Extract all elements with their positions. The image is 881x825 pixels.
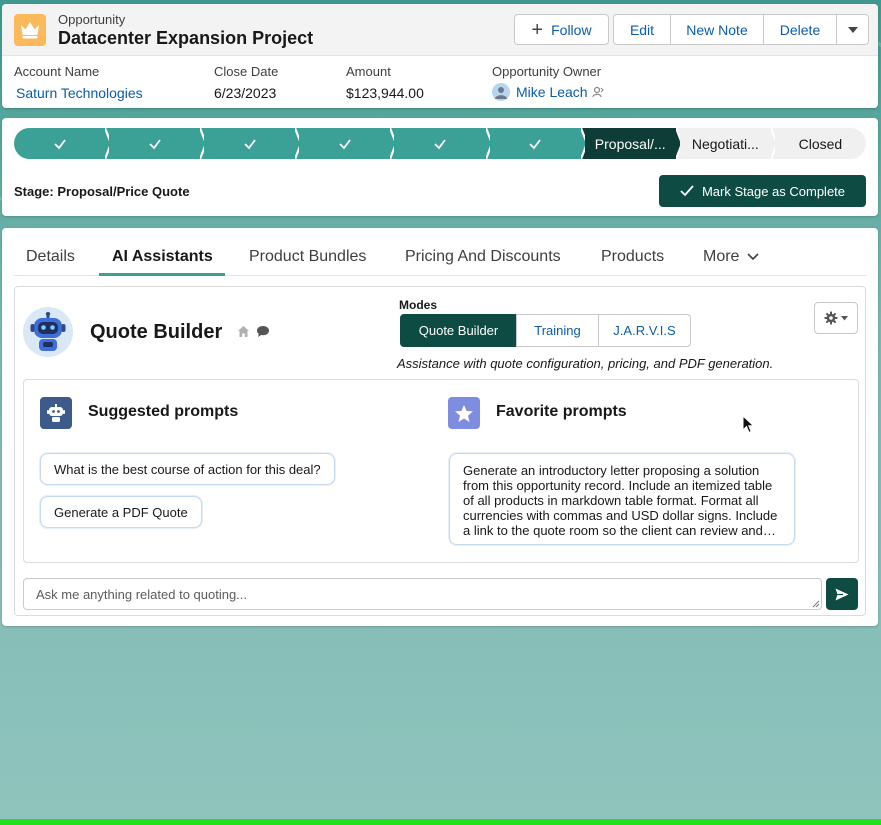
assistant-title-icons [237,325,270,338]
header-top-bar: Opportunity Datacenter Expansion Project… [2,4,878,56]
assistant-title: Quote Builder [90,321,223,343]
owner-field: Opportunity Owner Mike Leach [492,64,604,101]
follow-label: Follow [551,21,592,38]
owner-label: Opportunity Owner [492,64,602,79]
edit-button[interactable]: Edit [613,14,671,45]
chevron-down-icon [747,253,760,261]
check-icon [149,138,161,149]
prompts-section: Suggested prompts What is the best cours… [23,379,859,563]
tab-pricing-and-discounts[interactable]: Pricing And Discounts [405,248,561,266]
path-bar: Proposal/... Negotiati... Closed [14,128,866,159]
path-stage-7[interactable]: Proposal/... [584,128,676,159]
amount-value: $123,944.00 [346,85,424,101]
path-stage-4[interactable] [299,128,391,159]
tab-bar: Details AI Assistants Product Bundles Pr… [14,228,866,276]
follow-button[interactable]: + Follow [514,14,609,45]
caret-down-icon [847,26,858,33]
check-icon [529,138,541,149]
bottom-status-strip [0,819,881,825]
favorite-prompt-1[interactable]: Generate an introductory letter proposin… [449,453,795,545]
check-icon [680,185,694,197]
mode-quote-builder-button[interactable]: Quote Builder [400,314,517,347]
path-stage-8[interactable]: Negotiati... [679,128,771,159]
chat-icon[interactable] [256,325,270,338]
more-actions-button[interactable] [836,14,869,45]
robot-avatar-icon [23,307,73,357]
owner-link[interactable]: Mike Leach [516,84,588,100]
account-name-link[interactable]: Saturn Technologies [16,85,143,101]
ask-input[interactable] [23,578,822,610]
active-tab-indicator [99,273,225,276]
delete-button[interactable]: Delete [763,14,837,45]
check-icon [434,138,446,149]
record-actions: Edit New Note Delete [613,14,869,45]
record-title: Datacenter Expansion Project [58,28,314,48]
path-stage-1[interactable] [14,128,106,159]
check-icon [244,138,256,149]
path-stage-2[interactable] [109,128,201,159]
tab-more[interactable]: More [703,248,760,266]
account-name-field: Account Name Saturn Technologies [14,64,143,101]
owner-value: Mike Leach [492,83,604,101]
tab-product-bundles[interactable]: Product Bundles [249,248,366,266]
caret-down-icon [841,315,848,320]
settings-menu-button[interactable] [814,302,858,334]
suggested-prompts-title: Suggested prompts [88,403,239,420]
suggested-prompt-1[interactable]: What is the best course of action for th… [40,453,335,485]
mouse-cursor-icon [742,415,755,434]
favorite-prompt-text: Generate an introductory letter proposin… [463,463,778,538]
sales-path: Proposal/... Negotiati... Closed Stage: Pr… [2,118,878,216]
tab-products[interactable]: Products [601,248,664,266]
mode-training-button[interactable]: Training [516,314,599,347]
check-icon [53,138,66,149]
amount-field: Amount $123,944.00 [346,64,424,101]
crown-icon [14,14,46,46]
tab-details[interactable]: Details [26,248,75,266]
gear-icon [824,311,838,325]
mark-stage-complete-button[interactable]: Mark Stage as Complete [659,175,866,207]
path-stage-3[interactable] [204,128,296,159]
mark-stage-complete-label: Mark Stage as Complete [701,183,846,199]
path-stage-label: Negotiati... [691,135,759,152]
robot-icon [40,397,72,429]
change-owner-icon[interactable] [591,86,604,98]
modes-label: Modes [399,298,438,312]
tab-ai-assistants[interactable]: AI Assistants [112,248,213,266]
mode-jarvis-button[interactable]: J.A.R.V.I.S [598,314,691,347]
plus-icon: + [531,18,544,41]
suggested-prompt-2[interactable]: Generate a PDF Quote [40,496,202,528]
path-stage-5[interactable] [394,128,486,159]
amount-label: Amount [346,64,391,79]
home-icon[interactable] [237,325,250,338]
path-stage-label: Closed [798,135,843,152]
close-date-field: Close Date 6/23/2023 [214,64,278,101]
modes-button-group: Quote Builder Training J.A.R.V.I.S [400,314,691,347]
tab-more-label: More [703,248,740,265]
new-note-button[interactable]: New Note [670,14,764,45]
star-icon [448,397,480,429]
current-stage-text: Stage: Proposal/Price Quote [14,184,190,199]
check-icon [339,138,351,149]
object-label: Opportunity [58,12,126,27]
path-stage-label: Proposal/... [594,135,666,152]
close-date-value: 6/23/2023 [214,85,277,101]
account-name-label: Account Name [14,64,100,79]
resize-handle-icon[interactable] [812,600,820,608]
path-stage-6[interactable] [489,128,581,159]
send-icon [835,588,849,600]
close-date-label: Close Date [214,64,279,79]
avatar [492,83,510,101]
mode-description: Assistance with quote configuration, pri… [397,356,774,371]
record-header: Opportunity Datacenter Expansion Project… [2,4,878,108]
path-stage-9[interactable]: Closed [774,128,866,159]
ai-assistant-panel: Quote Builder Modes Quote Builder Traini… [14,286,866,616]
send-button[interactable] [826,578,858,610]
favorite-prompts-title: Favorite prompts [496,403,627,420]
